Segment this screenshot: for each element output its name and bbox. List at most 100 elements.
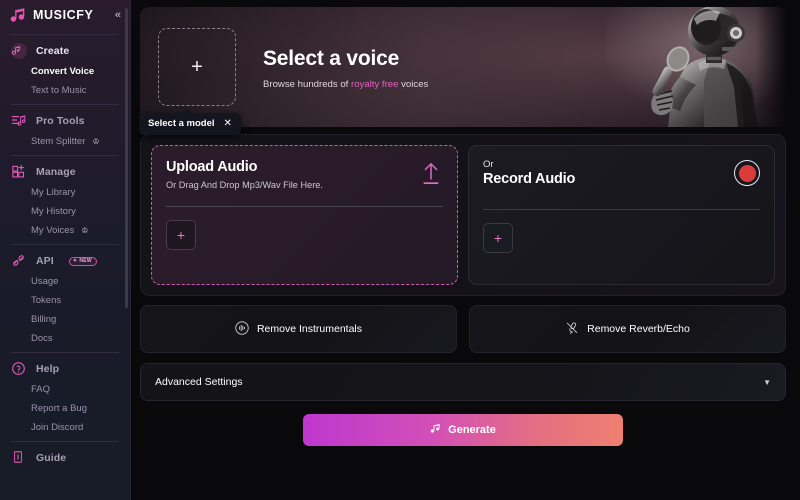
music-note-circle-icon xyxy=(11,43,27,59)
sidebar-group-manage[interactable]: Manage xyxy=(0,161,130,183)
sidebar-group-create[interactable]: Create xyxy=(0,40,130,62)
upload-audio-card[interactable]: Upload Audio Or Drag And Drop Mp3/Wav Fi… xyxy=(151,145,458,285)
plus-icon: + xyxy=(191,55,203,78)
sidebar-item-convert-voice[interactable]: Convert Voice xyxy=(0,62,130,81)
waveform-circle-icon xyxy=(235,320,249,338)
hero-subtitle-suffix: voices xyxy=(398,79,429,90)
sidebar-group-label: Help xyxy=(36,363,60,375)
plus-icon: + xyxy=(176,227,186,243)
remove-instrumentals-button[interactable]: Remove Instrumentals xyxy=(140,305,457,353)
sidebar-item-my-history[interactable]: My History xyxy=(0,202,130,221)
generate-button[interactable]: Generate xyxy=(303,414,623,446)
sidebar-group-guide[interactable]: Guide xyxy=(0,447,130,469)
divider xyxy=(11,104,119,105)
sidebar-group-help[interactable]: Help xyxy=(0,358,130,380)
divider xyxy=(11,155,119,156)
tool-buttons: Remove Instrumentals Remove Reverb/Echo xyxy=(140,305,786,353)
tool-button-label: Remove Instrumentals xyxy=(256,323,363,335)
royalty-free-link[interactable]: royalty free xyxy=(351,79,398,90)
advanced-settings-label: Advanced Settings xyxy=(155,376,243,388)
crown-icon: ♔ xyxy=(92,137,100,146)
sidebar-content: MUSICFY « Create Convert Voice Text to M… xyxy=(0,0,130,469)
sidebar-item-label: Tokens xyxy=(31,295,62,306)
record-card-title: Record Audio xyxy=(483,171,576,187)
sidebar-item-label: Convert Voice xyxy=(31,66,95,77)
hero-banner: + Select a voice Browse hundreds of roya… xyxy=(140,7,786,127)
sidebar-group-pro-tools[interactable]: Pro Tools xyxy=(0,110,130,132)
sidebar-item-join-discord[interactable]: Join Discord xyxy=(0,418,130,437)
book-icon xyxy=(11,450,27,466)
sidebar-item-stem-splitter[interactable]: Stem Splitter ♔ xyxy=(0,132,130,151)
sidebar-group-label: API xyxy=(36,255,54,267)
sidebar-group-label: Guide xyxy=(36,452,67,464)
tooltip-label: Select a model xyxy=(148,118,215,129)
sidebar-item-usage[interactable]: Usage xyxy=(0,272,130,291)
hero-subtitle-prefix: Browse hundreds of xyxy=(263,79,351,90)
divider xyxy=(11,34,119,35)
sidebar-item-label: My Library xyxy=(31,187,76,198)
brand: MUSICFY « xyxy=(0,0,130,30)
divider xyxy=(483,209,760,210)
new-badge-label: NEW xyxy=(79,257,92,264)
chevron-down-icon[interactable]: ▼ xyxy=(763,378,771,387)
hero-subtitle: Browse hundreds of royalty free voices xyxy=(263,79,428,90)
select-voice-add-button[interactable]: + xyxy=(158,28,236,106)
sidebar-item-label: Usage xyxy=(31,276,59,287)
equalizer-note-icon xyxy=(11,113,27,129)
sidebar-item-label: Billing xyxy=(31,314,57,325)
select-model-tooltip: Select a model ✕ xyxy=(139,108,241,135)
sidebar-group-api[interactable]: API ✦ NEW xyxy=(0,250,130,272)
close-icon[interactable]: ✕ xyxy=(224,118,232,129)
sidebar-scrollbar[interactable] xyxy=(125,8,128,308)
plus-icon: + xyxy=(493,230,503,246)
record-dot-icon xyxy=(738,164,756,182)
sidebar-item-text-to-music[interactable]: Text to Music xyxy=(0,81,130,100)
sidebar-item-my-library[interactable]: My Library xyxy=(0,183,130,202)
headphones-icon xyxy=(430,423,441,437)
sidebar-item-label: Docs xyxy=(31,333,53,344)
api-link-icon xyxy=(11,253,27,269)
sidebar-item-tokens[interactable]: Tokens xyxy=(0,291,130,310)
sparkle-icon: ✦ xyxy=(72,257,78,264)
record-add-button[interactable]: + xyxy=(483,223,513,253)
sidebar-item-label: My Voices xyxy=(31,225,75,236)
sidebar-item-faq[interactable]: FAQ xyxy=(0,380,130,399)
divider xyxy=(166,206,443,207)
record-audio-card[interactable]: Or Record Audio + xyxy=(468,145,775,285)
new-badge: ✦ NEW xyxy=(68,256,97,266)
brand-name: MUSICFY xyxy=(33,8,94,22)
sidebar-item-label: My History xyxy=(31,206,76,217)
sidebar-item-label: Join Discord xyxy=(31,422,84,433)
sidebar-item-billing[interactable]: Billing xyxy=(0,310,130,329)
advanced-settings-accordion[interactable]: Advanced Settings ▼ xyxy=(140,363,786,401)
sidebar-item-docs[interactable]: Docs xyxy=(0,329,130,348)
mic-muted-icon xyxy=(565,321,579,338)
sidebar-item-label: FAQ xyxy=(31,384,51,395)
divider xyxy=(11,441,119,442)
tool-button-label: Remove Reverb/Echo xyxy=(587,323,690,335)
divider xyxy=(11,352,119,353)
remove-reverb-echo-button[interactable]: Remove Reverb/Echo xyxy=(469,305,786,353)
grid-plus-icon xyxy=(11,164,27,180)
robot-singer-image xyxy=(606,7,786,127)
sidebar-item-report-a-bug[interactable]: Report a Bug xyxy=(0,399,130,418)
upload-card-title: Upload Audio xyxy=(166,159,258,175)
record-button[interactable] xyxy=(734,160,760,186)
main-content: + Select a voice Browse hundreds of roya… xyxy=(131,0,800,500)
app-root: MUSICFY « Create Convert Voice Text to M… xyxy=(0,0,800,500)
generate-row: Generate xyxy=(140,414,786,446)
sidebar-group-label: Manage xyxy=(36,166,76,178)
chevrons-left-icon[interactable]: « xyxy=(112,8,124,23)
upload-arrow-icon xyxy=(420,162,442,191)
sidebar-group-label: Pro Tools xyxy=(36,115,85,127)
page-title: Select a voice xyxy=(263,47,400,70)
sidebar-item-my-voices[interactable]: My Voices ♔ xyxy=(0,221,130,240)
audio-input-panel: Upload Audio Or Drag And Drop Mp3/Wav Fi… xyxy=(140,134,786,296)
hero-text: Select a voice Browse hundreds of royalt… xyxy=(263,47,428,90)
upload-add-button[interactable]: + xyxy=(166,220,196,250)
sidebar-group-label: Create xyxy=(36,45,70,57)
divider xyxy=(11,244,119,245)
sidebar: MUSICFY « Create Convert Voice Text to M… xyxy=(0,0,131,500)
upload-card-subtitle: Or Drag And Drop Mp3/Wav File Here. xyxy=(166,180,323,190)
question-circle-icon xyxy=(11,361,27,377)
